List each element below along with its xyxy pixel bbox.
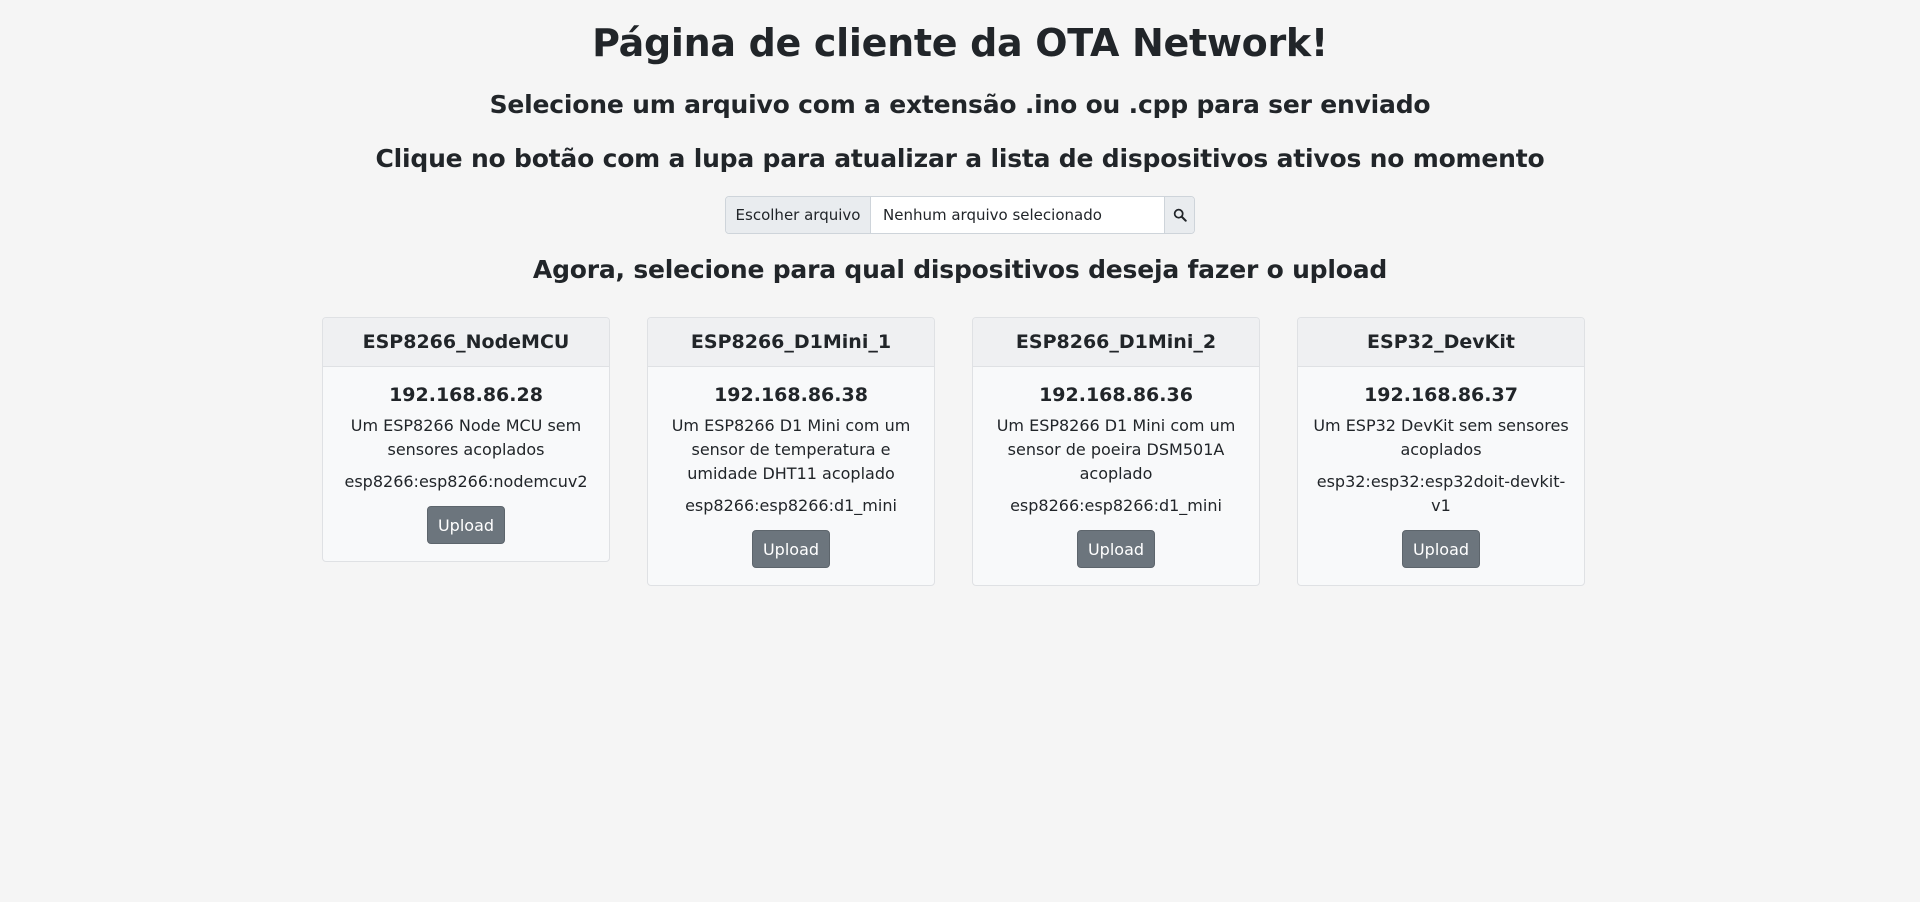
- device-selection-instruction: Agora, selecione para qual dispositivos …: [532, 255, 1388, 284]
- device-ip: 192.168.86.38: [714, 384, 868, 406]
- ota-client-page: Página de cliente da OTA Network! Seleci…: [0, 0, 1920, 902]
- device-board: esp8266:esp8266:nodemcuv2: [344, 472, 588, 491]
- device-ip: 192.168.86.28: [389, 384, 543, 406]
- device-name: ESP8266_D1Mini_2: [973, 318, 1259, 367]
- device-ip: 192.168.86.36: [1039, 384, 1193, 406]
- device-description: Um ESP8266 D1 Mini com um sensor de temp…: [671, 416, 911, 483]
- file-instruction: Selecione um arquivo com a extensão .ino…: [489, 90, 1431, 119]
- device-card: ESP8266_D1Mini_2 192.168.86.36 Um ESP826…: [972, 317, 1260, 586]
- device-name: ESP32_DevKit: [1298, 318, 1584, 367]
- choose-file-button[interactable]: Escolher arquivo: [726, 197, 871, 233]
- device-description: Um ESP32 DevKit sem sensores acoplados: [1313, 416, 1569, 459]
- device-name: ESP8266_NodeMCU: [323, 318, 609, 367]
- device-cards: ESP8266_NodeMCU 192.168.86.28 Um ESP8266…: [322, 317, 1585, 607]
- device-description: Um ESP8266 Node MCU sem sensores acoplad…: [350, 416, 582, 459]
- selected-file-name: Nenhum arquivo selecionado: [883, 206, 1102, 224]
- page-title: Página de cliente da OTA Network!: [592, 21, 1328, 65]
- device-ip: 192.168.86.37: [1364, 384, 1518, 406]
- file-upload-control: Escolher arquivo Nenhum arquivo selecion…: [725, 196, 1195, 234]
- device-name: ESP8266_D1Mini_1: [648, 318, 934, 367]
- device-board: esp8266:esp8266:d1_mini: [685, 496, 897, 515]
- device-card: ESP32_DevKit 192.168.86.37 Um ESP32 DevK…: [1297, 317, 1585, 586]
- device-card: ESP8266_NodeMCU 192.168.86.28 Um ESP8266…: [322, 317, 610, 562]
- device-card: ESP8266_D1Mini_1 192.168.86.38 Um ESP826…: [647, 317, 935, 586]
- refresh-instruction: Clique no botão com a lupa para atualiza…: [375, 144, 1545, 173]
- device-board: esp8266:esp8266:d1_mini: [1010, 496, 1222, 515]
- upload-button[interactable]: Upload: [427, 506, 505, 544]
- upload-button[interactable]: Upload: [1402, 530, 1480, 568]
- upload-button[interactable]: Upload: [1077, 530, 1155, 568]
- device-description: Um ESP8266 D1 Mini com um sensor de poei…: [996, 416, 1236, 483]
- upload-button[interactable]: Upload: [752, 530, 830, 568]
- search-icon: [1173, 208, 1187, 222]
- refresh-devices-button[interactable]: [1164, 197, 1194, 233]
- device-board: esp32:esp32:esp32doit-devkit-v1: [1316, 472, 1566, 515]
